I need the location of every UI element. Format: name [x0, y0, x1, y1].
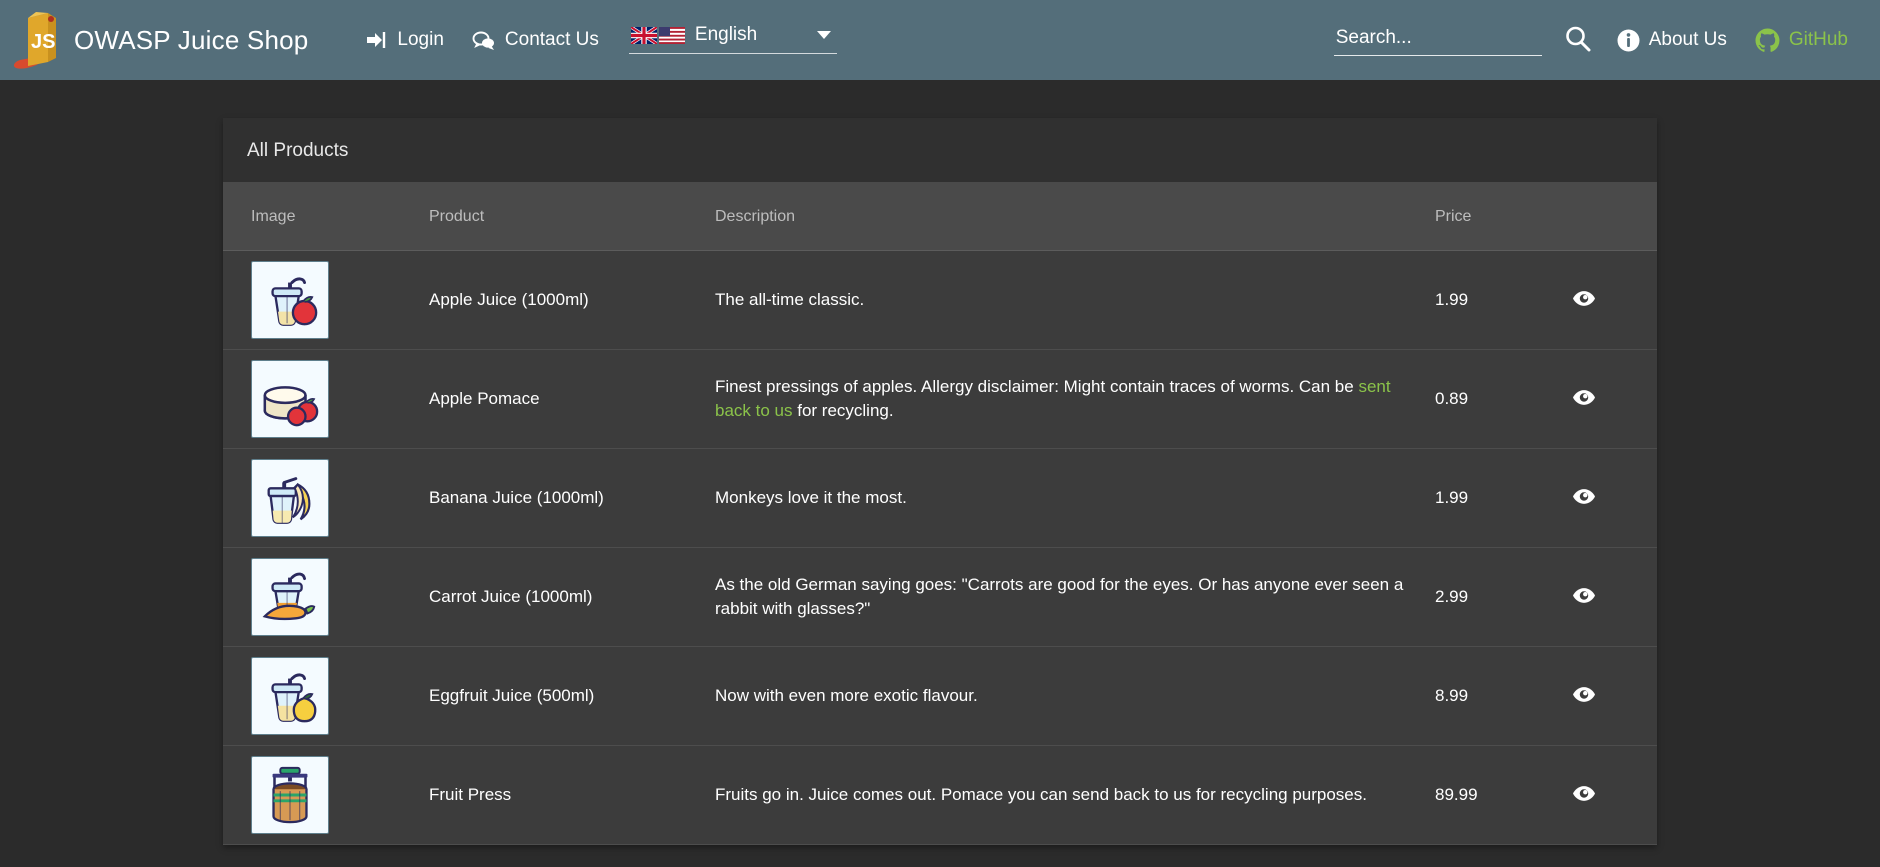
- brand-home-link[interactable]: JS OWASP Juice Shop: [10, 10, 308, 70]
- login-button[interactable]: Login: [352, 21, 458, 59]
- products-table: Image Product Description Price Apple Ju…: [223, 182, 1657, 845]
- brand-title: OWASP Juice Shop: [74, 25, 308, 56]
- product-action-cell: [1553, 251, 1657, 350]
- chevron-down-icon: [817, 31, 831, 39]
- table-row[interactable]: Fruit PressFruits go in. Juice comes out…: [223, 746, 1657, 845]
- product-description: The all-time classic.: [703, 251, 1423, 350]
- page-title: All Products: [223, 118, 1657, 182]
- login-label: Login: [397, 29, 444, 51]
- login-icon: [366, 30, 388, 50]
- fruit-press-thumbnail[interactable]: [251, 756, 329, 834]
- about-us-button[interactable]: About Us: [1603, 21, 1741, 60]
- table-row[interactable]: Eggfruit Juice (500ml)Now with even more…: [223, 647, 1657, 746]
- product-image-cell: [223, 647, 413, 746]
- product-image-cell: [223, 350, 413, 449]
- info-icon: [1617, 29, 1640, 52]
- language-flags-icon: [631, 27, 685, 44]
- product-price: 8.99: [1423, 647, 1553, 746]
- github-label: GitHub: [1789, 29, 1848, 51]
- search-button[interactable]: [1552, 17, 1603, 63]
- product-image-cell: [223, 449, 413, 548]
- product-description: As the old German saying goes: "Carrots …: [703, 548, 1423, 647]
- view-product-eye-icon: [1573, 786, 1595, 804]
- product-image-cell: [223, 251, 413, 350]
- product-price: 0.89: [1423, 350, 1553, 449]
- github-button[interactable]: GitHub: [1741, 20, 1862, 61]
- product-price: 1.99: [1423, 251, 1553, 350]
- column-header-image: Image: [223, 182, 413, 251]
- language-label: English: [695, 24, 807, 46]
- product-description: Fruits go in. Juice comes out. Pomace yo…: [703, 746, 1423, 845]
- view-product-button[interactable]: [1567, 483, 1601, 513]
- about-us-label: About Us: [1649, 29, 1727, 51]
- table-row[interactable]: Apple Pomace Finest pressings of apples. …: [223, 350, 1657, 449]
- products-table-body: Apple Juice (1000ml)The all-time classic…: [223, 251, 1657, 845]
- eggfruit-juice-thumbnail[interactable]: [251, 657, 329, 735]
- product-action-cell: [1553, 746, 1657, 845]
- github-icon: [1755, 28, 1780, 53]
- carrot-juice-thumbnail[interactable]: [251, 558, 329, 636]
- banana-juice-thumbnail[interactable]: [251, 459, 329, 537]
- all-products-card: All Products Image Product Description P…: [223, 118, 1657, 845]
- product-name: Apple Pomace: [413, 350, 703, 449]
- apple-juice-thumbnail[interactable]: [251, 261, 329, 339]
- table-row[interactable]: Banana Juice (1000ml)Monkeys love it the…: [223, 449, 1657, 548]
- apple-pomace-thumbnail[interactable]: [251, 360, 329, 438]
- product-price: 89.99: [1423, 746, 1553, 845]
- product-name: Carrot Juice (1000ml): [413, 548, 703, 647]
- column-header-product: Product: [413, 182, 703, 251]
- products-table-head: Image Product Description Price: [223, 182, 1657, 251]
- view-product-eye-icon: [1573, 489, 1595, 507]
- search-icon: [1564, 25, 1591, 55]
- view-product-eye-icon: [1573, 588, 1595, 606]
- view-product-button[interactable]: [1567, 582, 1601, 612]
- product-image-cell: [223, 548, 413, 647]
- description-text-tail: for recycling.: [793, 401, 894, 420]
- product-description: Finest pressings of apples. Allergy disc…: [703, 350, 1423, 449]
- language-select[interactable]: English: [629, 20, 837, 54]
- product-name: Eggfruit Juice (500ml): [413, 647, 703, 746]
- search-area: [1334, 25, 1542, 56]
- table-row[interactable]: Apple Juice (1000ml)The all-time classic…: [223, 251, 1657, 350]
- product-action-cell: [1553, 449, 1657, 548]
- product-action-cell: [1553, 647, 1657, 746]
- view-product-button[interactable]: [1567, 780, 1601, 810]
- page-body: All Products Image Product Description P…: [0, 80, 1880, 867]
- column-header-action: [1553, 182, 1657, 251]
- table-row[interactable]: Carrot Juice (1000ml)As the old German s…: [223, 548, 1657, 647]
- view-product-button[interactable]: [1567, 285, 1601, 315]
- view-product-button[interactable]: [1567, 384, 1601, 414]
- view-product-eye-icon: [1573, 390, 1595, 408]
- contact-us-button[interactable]: Contact Us: [458, 21, 613, 59]
- product-price: 2.99: [1423, 548, 1553, 647]
- product-image-cell: [223, 746, 413, 845]
- product-name: Fruit Press: [413, 746, 703, 845]
- description-text: Finest pressings of apples. Allergy disc…: [715, 377, 1358, 396]
- contact-us-label: Contact Us: [505, 29, 599, 51]
- column-header-price: Price: [1423, 182, 1553, 251]
- app-toolbar: JS OWASP Juice Shop Login Contact Us: [0, 0, 1880, 80]
- product-name: Banana Juice (1000ml): [413, 449, 703, 548]
- product-description: Now with even more exotic flavour.: [703, 647, 1423, 746]
- table-header-row: Image Product Description Price: [223, 182, 1657, 251]
- column-header-description: Description: [703, 182, 1423, 251]
- view-product-eye-icon: [1573, 291, 1595, 309]
- view-product-button[interactable]: [1567, 681, 1601, 711]
- view-product-eye-icon: [1573, 687, 1595, 705]
- product-name: Apple Juice (1000ml): [413, 251, 703, 350]
- product-price: 1.99: [1423, 449, 1553, 548]
- svg-text:JS: JS: [31, 31, 55, 53]
- product-description: Monkeys love it the most.: [703, 449, 1423, 548]
- product-action-cell: [1553, 350, 1657, 449]
- search-input[interactable]: [1334, 25, 1542, 56]
- chat-bubbles-icon: [472, 30, 496, 51]
- product-action-cell: [1553, 548, 1657, 647]
- juice-shop-logo-icon: JS: [10, 10, 64, 70]
